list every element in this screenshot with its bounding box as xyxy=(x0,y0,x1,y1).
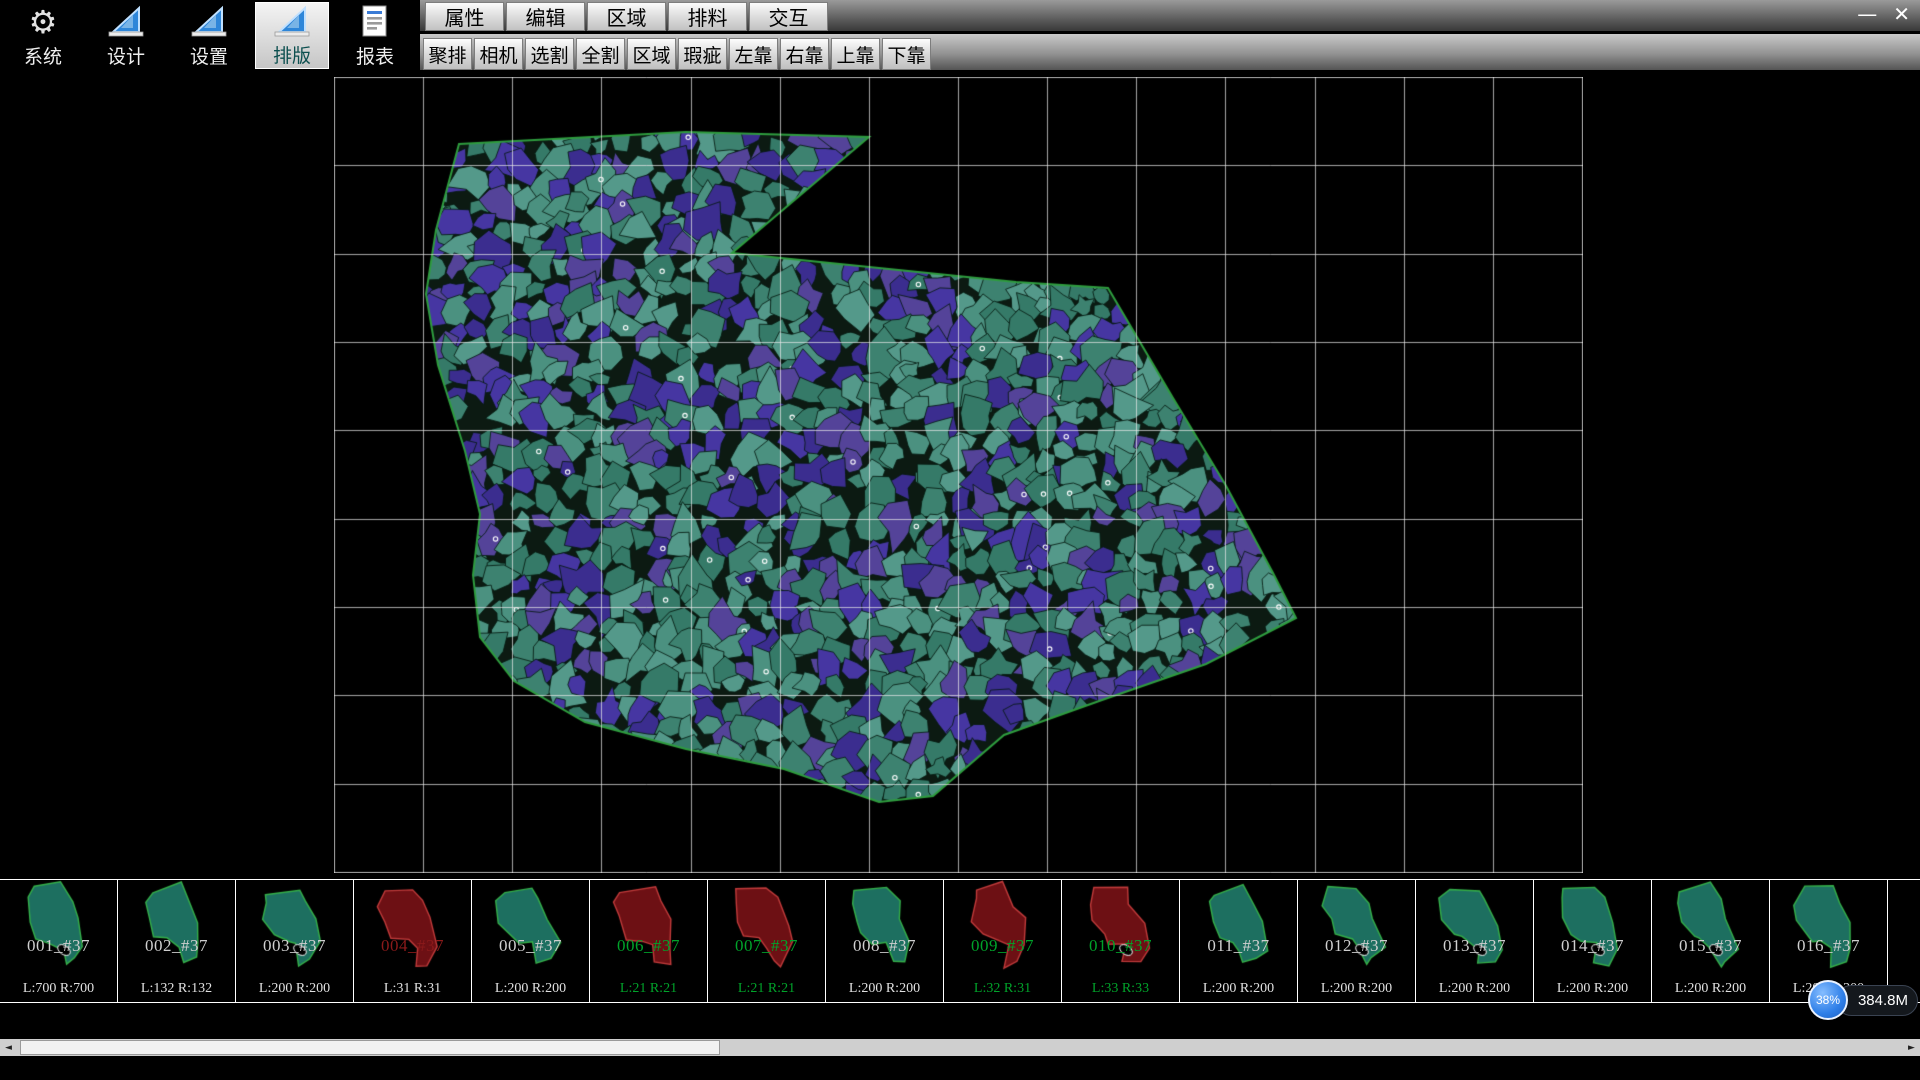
nesting-ruler-icon xyxy=(272,3,312,41)
menu-tab-edit[interactable]: 编辑 xyxy=(506,2,585,31)
gear-icon: ⚙ xyxy=(29,2,58,42)
piece-thumbnail[interactable]: 002_#37 L:132 R:132 xyxy=(118,880,236,1002)
piece-id-label: 003_#37 xyxy=(236,936,353,956)
tool-button-snap-bottom[interactable]: 下靠 xyxy=(882,38,931,70)
piece-thumbnail[interactable]: 001_#37 L:700 R:700 xyxy=(0,880,118,1002)
piece-id-label: 008_#37 xyxy=(826,936,943,956)
piece-id-label: 015_#37 xyxy=(1652,936,1769,956)
report-icon xyxy=(358,3,392,41)
tool-button-cut-all[interactable]: 全割 xyxy=(576,38,625,70)
menu-tab-interact[interactable]: 交互 xyxy=(749,2,828,31)
top-toolbar: ⚙系统设计设置排版报表 属性编辑区域排料交互 聚排相机选割全割区域瑕疵左靠右靠上… xyxy=(0,0,1920,72)
tool-button-camera[interactable]: 相机 xyxy=(474,38,523,70)
progress-badge: 38% xyxy=(1808,980,1848,1020)
pieces-strip: 001_#37L:700 R:700002_#37L:132 R:132003_… xyxy=(0,879,1920,1003)
app-button-design[interactable]: 设计 xyxy=(89,2,163,69)
app-button-label: 设计 xyxy=(107,42,145,69)
tool-button-bar: 聚排相机选割全割区域瑕疵左靠右靠上靠下靠 xyxy=(423,38,931,70)
piece-lr-label: L:200 R:200 xyxy=(236,981,353,997)
gear-icon: ⚙ xyxy=(22,2,64,42)
piece-id-label: 004_#37 xyxy=(354,936,471,956)
horizontal-scrollbar[interactable]: ◄ ► xyxy=(0,1039,1920,1056)
memory-indicator: 384.8M xyxy=(1836,985,1918,1016)
piece-thumbnail[interactable]: 006_#37 L:21 R:21 xyxy=(590,880,708,1002)
close-button[interactable]: ✕ xyxy=(1893,2,1910,26)
piece-id-label: 002_#37 xyxy=(118,936,235,956)
piece-id-label: 013_#37 xyxy=(1416,936,1533,956)
piece-lr-label: L:200 R:200 xyxy=(1180,981,1297,997)
design-ruler-icon xyxy=(106,3,146,41)
piece-id-label: 016_#37 xyxy=(1770,936,1887,956)
menu-tab-region[interactable]: 区域 xyxy=(587,2,666,31)
tool-button-snap-right[interactable]: 右靠 xyxy=(780,38,829,70)
window-controls: — ✕ xyxy=(1857,2,1910,26)
design-ruler-icon xyxy=(105,2,147,42)
piece-lr-label: L:33 R:33 xyxy=(1062,981,1179,997)
app-button-label: 设置 xyxy=(190,42,228,69)
app-button-report[interactable]: 报表 xyxy=(338,2,412,69)
minimize-button[interactable]: — xyxy=(1857,2,1877,26)
piece-lr-label: L:21 R:21 xyxy=(590,981,707,997)
app-switcher: ⚙系统设计设置排版报表 xyxy=(6,2,412,69)
piece-id-label: 011_#37 xyxy=(1180,936,1297,956)
scroll-right-arrow[interactable]: ► xyxy=(1903,1039,1920,1056)
piece-lr-label: L:200 R:200 xyxy=(1298,981,1415,997)
menu-tab-property[interactable]: 属性 xyxy=(425,2,504,31)
tool-button-defect[interactable]: 瑕疵 xyxy=(678,38,727,70)
piece-id-label: 009_#37 xyxy=(944,936,1061,956)
nesting-ruler-icon xyxy=(271,3,313,41)
piece-id-label: 006_#37 xyxy=(590,936,707,956)
tool-button-cluster-nest[interactable]: 聚排 xyxy=(423,38,472,70)
piece-lr-label: L:132 R:132 xyxy=(118,981,235,997)
piece-thumbnail[interactable]: 012_#37 L:200 R:200 xyxy=(1298,880,1416,1002)
app-button-nesting[interactable]: 排版 xyxy=(255,2,329,69)
piece-id-label: 014_#37 xyxy=(1534,936,1651,956)
menu-tab-nest[interactable]: 排料 xyxy=(668,2,747,31)
piece-thumbnail[interactable]: 004_#37 L:31 R:31 xyxy=(354,880,472,1002)
nesting-canvas[interactable] xyxy=(334,77,1583,873)
menu-tab-bar: 属性编辑区域排料交互 xyxy=(425,2,828,31)
tool-button-snap-top[interactable]: 上靠 xyxy=(831,38,880,70)
piece-thumbnail[interactable]: 003_#37 L:200 R:200 xyxy=(236,880,354,1002)
piece-lr-label: L:200 R:200 xyxy=(1652,981,1769,997)
tool-button-region[interactable]: 区域 xyxy=(627,38,676,70)
settings-ruler-icon xyxy=(188,2,230,42)
piece-lr-label: L:31 R:31 xyxy=(354,981,471,997)
piece-thumbnail[interactable]: 008_#37 L:200 R:200 xyxy=(826,880,944,1002)
tool-button-snap-left[interactable]: 左靠 xyxy=(729,38,778,70)
scrollbar-thumb[interactable] xyxy=(20,1040,720,1055)
piece-lr-label: L:32 R:31 xyxy=(944,981,1061,997)
piece-lr-label: L:700 R:700 xyxy=(0,981,117,997)
piece-id-label: 010_#37 xyxy=(1062,936,1179,956)
piece-lr-label: L:200 R:200 xyxy=(1534,981,1651,997)
piece-id-label: 012_#37 xyxy=(1298,936,1415,956)
tool-button-select-cut[interactable]: 选割 xyxy=(525,38,574,70)
piece-thumbnail[interactable]: 010_#37 L:33 R:33 xyxy=(1062,880,1180,1002)
piece-thumbnail[interactable]: 013_#37 L:200 R:200 xyxy=(1416,880,1534,1002)
app-button-label: 系统 xyxy=(24,42,62,69)
piece-lr-label: L:200 R:200 xyxy=(1416,981,1533,997)
report-icon xyxy=(354,2,396,42)
piece-lr-label: L:21 R:21 xyxy=(708,981,825,997)
app-button-label: 排版 xyxy=(273,41,311,68)
app-button-label: 报表 xyxy=(356,42,394,69)
piece-thumbnail[interactable]: 005_#37 L:200 R:200 xyxy=(472,880,590,1002)
piece-thumbnail[interactable]: 007_#37 L:21 R:21 xyxy=(708,880,826,1002)
piece-thumbnail[interactable]: 015_#37 L:200 R:200 xyxy=(1652,880,1770,1002)
scroll-left-arrow[interactable]: ◄ xyxy=(0,1039,17,1056)
settings-ruler-icon xyxy=(189,3,229,41)
app-button-system[interactable]: ⚙系统 xyxy=(6,2,80,69)
piece-id-label: 001_#37 xyxy=(0,936,117,956)
piece-thumbnail[interactable]: 009_#37 L:32 R:31 xyxy=(944,880,1062,1002)
piece-id-label: 007_#37 xyxy=(708,936,825,956)
piece-thumbnail[interactable]: 014_#37 L:200 R:200 xyxy=(1534,880,1652,1002)
piece-lr-label: L:200 R:200 xyxy=(472,981,589,997)
piece-thumbnail[interactable]: 011_#37 L:200 R:200 xyxy=(1180,880,1298,1002)
piece-lr-label: L:200 R:200 xyxy=(826,981,943,997)
piece-id-label: 005_#37 xyxy=(472,936,589,956)
app-button-settings[interactable]: 设置 xyxy=(172,2,246,69)
